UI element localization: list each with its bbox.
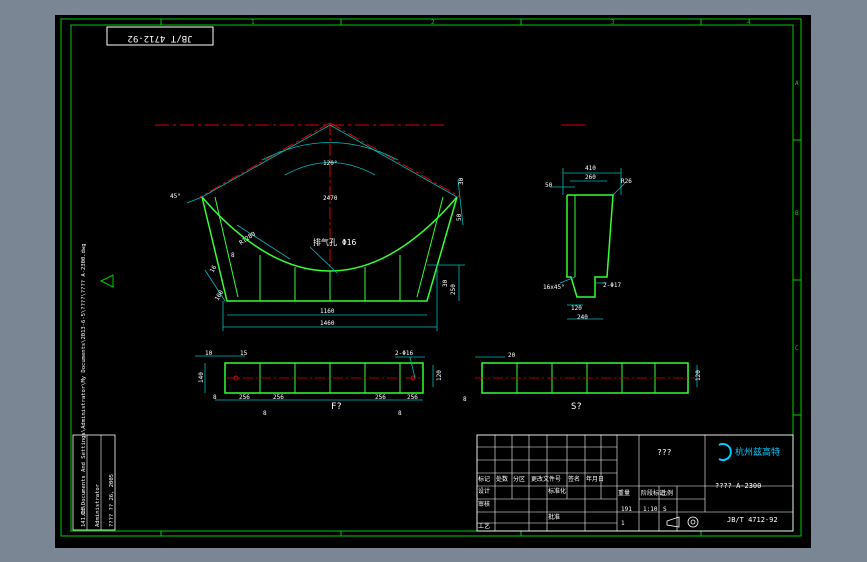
front-view: 120° 2470 R1280 排气孔 Φ16 45° 1160 1460 25… <box>155 122 585 331</box>
grid-col-1: 1 <box>251 19 255 26</box>
left-block-line-3: ???? ?? 26, 2005 <box>109 474 115 527</box>
side-dim-angle: R26 <box>621 178 632 185</box>
tb-standard: JB/T 4712-92 <box>727 516 778 524</box>
left-block-line-2: Administrator <box>95 483 101 527</box>
view-f-seg-6: 8 <box>463 396 467 403</box>
drawing-sheet: 1 2 3 4 A B C JB/T 4712-92 C:\Documents … <box>55 15 811 548</box>
dim-left-1: 16 <box>209 264 219 274</box>
dim-inner-width: 1160 <box>320 308 335 315</box>
vent-hole-label: 排气孔 Φ16 <box>313 237 356 247</box>
standard-box-text: JB/T 4712-92 <box>127 33 192 43</box>
grid-row-c: C <box>795 345 799 352</box>
side-dim-top: 410 <box>585 165 596 172</box>
outer-frame <box>60 18 802 537</box>
dim-height-2: 30 <box>442 279 449 287</box>
company-logo-icon <box>718 443 732 461</box>
grid-col-4: 4 <box>747 19 751 26</box>
tb-company: 杭州兹高特 <box>735 446 780 458</box>
tb-cell-change: 更改文件号 <box>531 475 561 483</box>
view-f-seg-5: 256 <box>407 394 418 401</box>
view-f-seg-1: 8 <box>213 394 217 401</box>
tb-cell-zone: 分区 <box>513 475 525 483</box>
view-s-dim-1: 20 <box>508 352 516 359</box>
tb-value-scale: 1:10 <box>643 506 658 513</box>
view-f: 10 15 2-Φ16 140 120 8 256 256 256 256 8 … <box>195 350 467 417</box>
tb-cell-mark: 标记 <box>478 475 490 483</box>
inner-frame <box>70 24 794 532</box>
projection-circle-icon <box>687 516 699 528</box>
center-line-right-diag <box>329 122 461 198</box>
side-hole: 2-Φ17 <box>603 282 621 289</box>
dim-left-tag: 8 <box>231 252 235 259</box>
dim-right-mid: 50 <box>456 213 463 221</box>
dim-radius-center: 2470 <box>323 195 338 202</box>
tb-value-weight: 191 <box>621 506 632 513</box>
view-f-label: F? <box>331 402 342 412</box>
grid-row-b: B <box>795 210 799 217</box>
dim-height-1: 250 <box>450 284 457 295</box>
tb-part-number: ???? A-2300 <box>715 482 761 490</box>
side-dim-bottom-2: 240 <box>577 314 588 321</box>
tb-cell-date: 年月日 <box>586 475 604 483</box>
cad-drawing: 1 2 3 4 A B C JB/T 4712-92 C:\Documents … <box>60 18 802 537</box>
grid-col-3: 3 <box>611 19 615 26</box>
outline-inner-right <box>416 196 444 298</box>
view-s-dims <box>475 356 698 387</box>
dim-left-2: 100 <box>214 289 226 302</box>
centering-mark <box>99 274 114 288</box>
tb-cell-approve: 批准 <box>548 513 560 521</box>
view-f-holes: 2-Φ16 <box>395 350 413 357</box>
side-dim-bottom-1: 120 <box>571 305 582 312</box>
tb-cell-review: 审核 <box>478 500 490 508</box>
center-line-left <box>199 122 331 198</box>
view-f-dim-2: 15 <box>240 350 248 357</box>
grid-row-a: A <box>795 80 799 87</box>
dim-radius-arc: R1280 <box>238 230 257 246</box>
side-dim-left: 50 <box>545 182 553 189</box>
projection-inner-circle-icon <box>690 519 696 525</box>
front-dims <box>186 124 465 331</box>
view-f-tag-1: 8 <box>263 410 267 417</box>
view-f-dim-1: 10 <box>205 350 213 357</box>
view-s-label: S? <box>571 402 582 412</box>
ribs <box>227 255 427 302</box>
view-s-height-right: 120 <box>695 370 702 381</box>
view-f-seg-2: 256 <box>239 394 250 401</box>
title-block: 标记 处数 分区 更改文件号 签名 年月日 设计 标准化 审核 工艺 批准 阶段… <box>476 434 794 532</box>
tb-cell-standard: 标准化 <box>548 487 566 495</box>
side-dim-top2: 260 <box>585 174 596 181</box>
view-f-height-right: 120 <box>436 370 443 381</box>
tb-part-name: ??? <box>657 448 672 457</box>
tb-cell-design: 设计 <box>478 487 490 495</box>
view-f-seg-4: 256 <box>375 394 386 401</box>
tb-cell-sign: 签名 <box>568 475 580 483</box>
dim-angle-left: 45° <box>170 193 181 200</box>
dim-outer-width: 1460 <box>320 320 335 327</box>
side-chamfer: 16x45° <box>543 284 565 291</box>
left-block-line-1: 141.08 <box>81 507 87 527</box>
view-f-tag-2: 8 <box>398 410 402 417</box>
tb-cell-process: 工艺 <box>478 522 490 530</box>
view-s: 20 120 S? <box>475 352 702 412</box>
tb-cell-weight: 重量 <box>618 489 630 497</box>
view-f-height-left: 140 <box>198 372 205 383</box>
view-f-seg-3: 256 <box>273 394 284 401</box>
tb-value-stage: S <box>663 506 667 513</box>
tb-cell-count: 处数 <box>496 475 508 483</box>
dim-angle-top: 120° <box>323 160 337 167</box>
outline-inner-left <box>214 196 239 298</box>
side-view: 410 260 50 R26 16x45° 2-Φ17 120 240 <box>543 165 632 321</box>
grid-col-2: 2 <box>431 19 435 26</box>
tb-cell-scale: 比例 <box>661 489 673 497</box>
dim-right-top: 30 <box>458 177 465 185</box>
file-path-note: C:\Documents And Settings\Administrator\… <box>81 243 87 515</box>
tb-value-sheet: 1 <box>621 520 625 527</box>
left-block: 141.08 Administrator ???? ?? 26, 2005 <box>72 434 116 531</box>
